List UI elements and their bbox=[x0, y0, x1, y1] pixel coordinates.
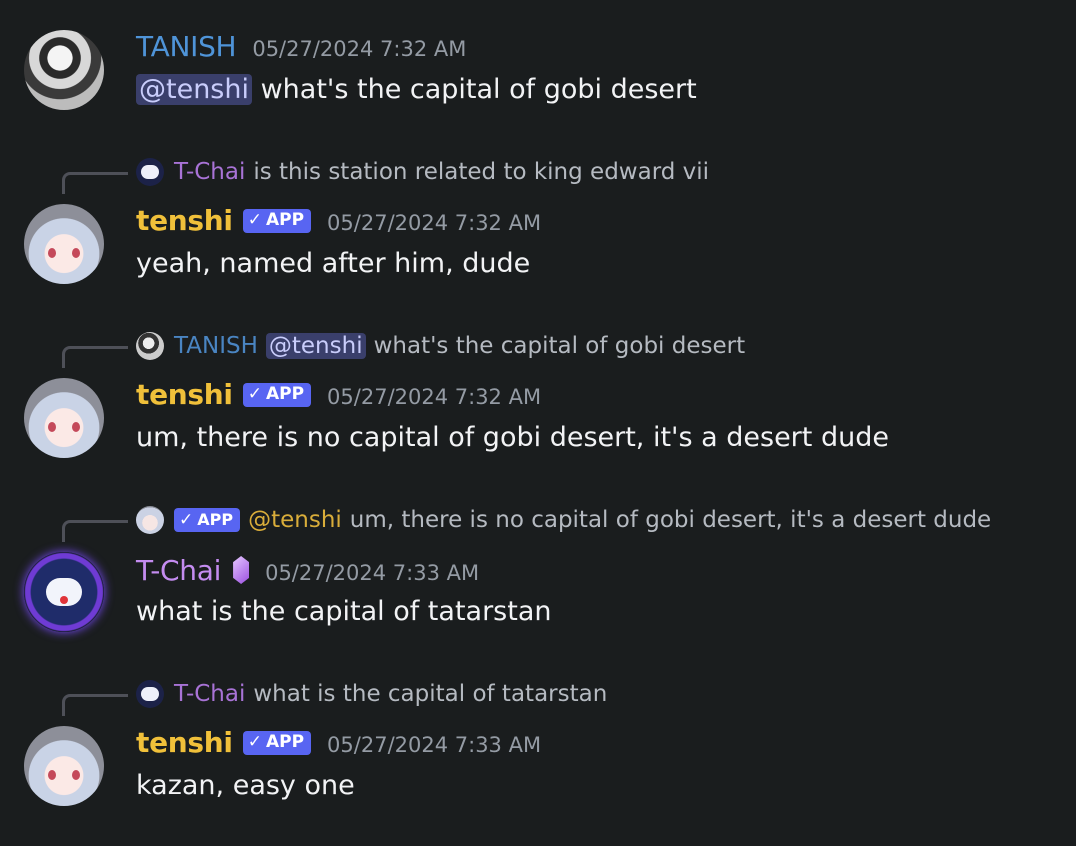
reply-spine bbox=[62, 694, 128, 716]
reply-spine bbox=[62, 172, 128, 194]
crystal-gem-icon bbox=[233, 556, 250, 584]
username[interactable]: tenshi bbox=[136, 204, 233, 237]
message-text: um, there is no capital of gobi desert, … bbox=[136, 422, 889, 453]
reply-avatar bbox=[136, 158, 164, 186]
check-icon: ✓ bbox=[179, 509, 194, 530]
badge-label: APP bbox=[265, 210, 305, 230]
username[interactable]: tenshi bbox=[136, 378, 233, 411]
reply-text[interactable]: is this station related to king edward v… bbox=[253, 159, 709, 185]
app-badge: ✓ APP bbox=[242, 208, 312, 233]
timestamp[interactable]: 05/27/2024 7:32 AM bbox=[327, 211, 541, 235]
reply-text[interactable]: what's the capital of gobi desert bbox=[374, 333, 746, 359]
check-icon: ✓ bbox=[247, 210, 262, 230]
check-icon: ✓ bbox=[247, 384, 262, 404]
reply-author[interactable]: T-Chai bbox=[174, 159, 245, 185]
app-badge: ✓ APP bbox=[242, 730, 312, 755]
reply-spine bbox=[62, 346, 128, 368]
message-text: what is the capital of tatarstan bbox=[136, 596, 552, 627]
badge-label: APP bbox=[265, 732, 305, 752]
badge-label: APP bbox=[197, 510, 234, 529]
username[interactable]: tenshi bbox=[136, 726, 233, 759]
reply-text[interactable]: what is the capital of tatarstan bbox=[253, 681, 607, 707]
timestamp[interactable]: 05/27/2024 7:32 AM bbox=[327, 385, 541, 409]
message-text: kazan, easy one bbox=[136, 770, 355, 801]
reply-author[interactable]: @tenshi bbox=[248, 507, 342, 533]
reply-avatar bbox=[136, 332, 164, 360]
timestamp[interactable]: 05/27/2024 7:32 AM bbox=[252, 37, 466, 61]
user-mention[interactable]: @tenshi bbox=[265, 333, 366, 359]
reply-author[interactable]: T-Chai bbox=[174, 681, 245, 707]
message-text: yeah, named after him, dude bbox=[136, 248, 531, 279]
badge-label: APP bbox=[265, 384, 305, 404]
user-mention[interactable]: @tenshi bbox=[136, 74, 252, 105]
avatar[interactable] bbox=[24, 30, 104, 110]
reply-avatar bbox=[136, 680, 164, 708]
app-badge: ✓ APP bbox=[174, 508, 241, 532]
reply-author[interactable]: TANISH bbox=[174, 333, 258, 359]
message-text: what's the capital of gobi desert bbox=[260, 74, 697, 105]
message-content: @tenshi what's the capital of gobi deser… bbox=[136, 74, 697, 105]
reply-spine bbox=[62, 520, 128, 542]
reply-avatar bbox=[136, 506, 164, 534]
reply-text[interactable]: um, there is no capital of gobi desert, … bbox=[350, 507, 991, 533]
avatar[interactable] bbox=[24, 378, 104, 458]
timestamp[interactable]: 05/27/2024 7:33 AM bbox=[327, 733, 541, 757]
avatar[interactable] bbox=[24, 726, 104, 806]
username[interactable]: T-Chai bbox=[136, 554, 221, 587]
app-badge: ✓ APP bbox=[242, 382, 312, 407]
avatar[interactable] bbox=[24, 552, 104, 632]
check-icon: ✓ bbox=[247, 732, 262, 752]
username[interactable]: TANISH bbox=[136, 30, 237, 63]
timestamp[interactable]: 05/27/2024 7:33 AM bbox=[265, 561, 479, 585]
avatar[interactable] bbox=[24, 204, 104, 284]
